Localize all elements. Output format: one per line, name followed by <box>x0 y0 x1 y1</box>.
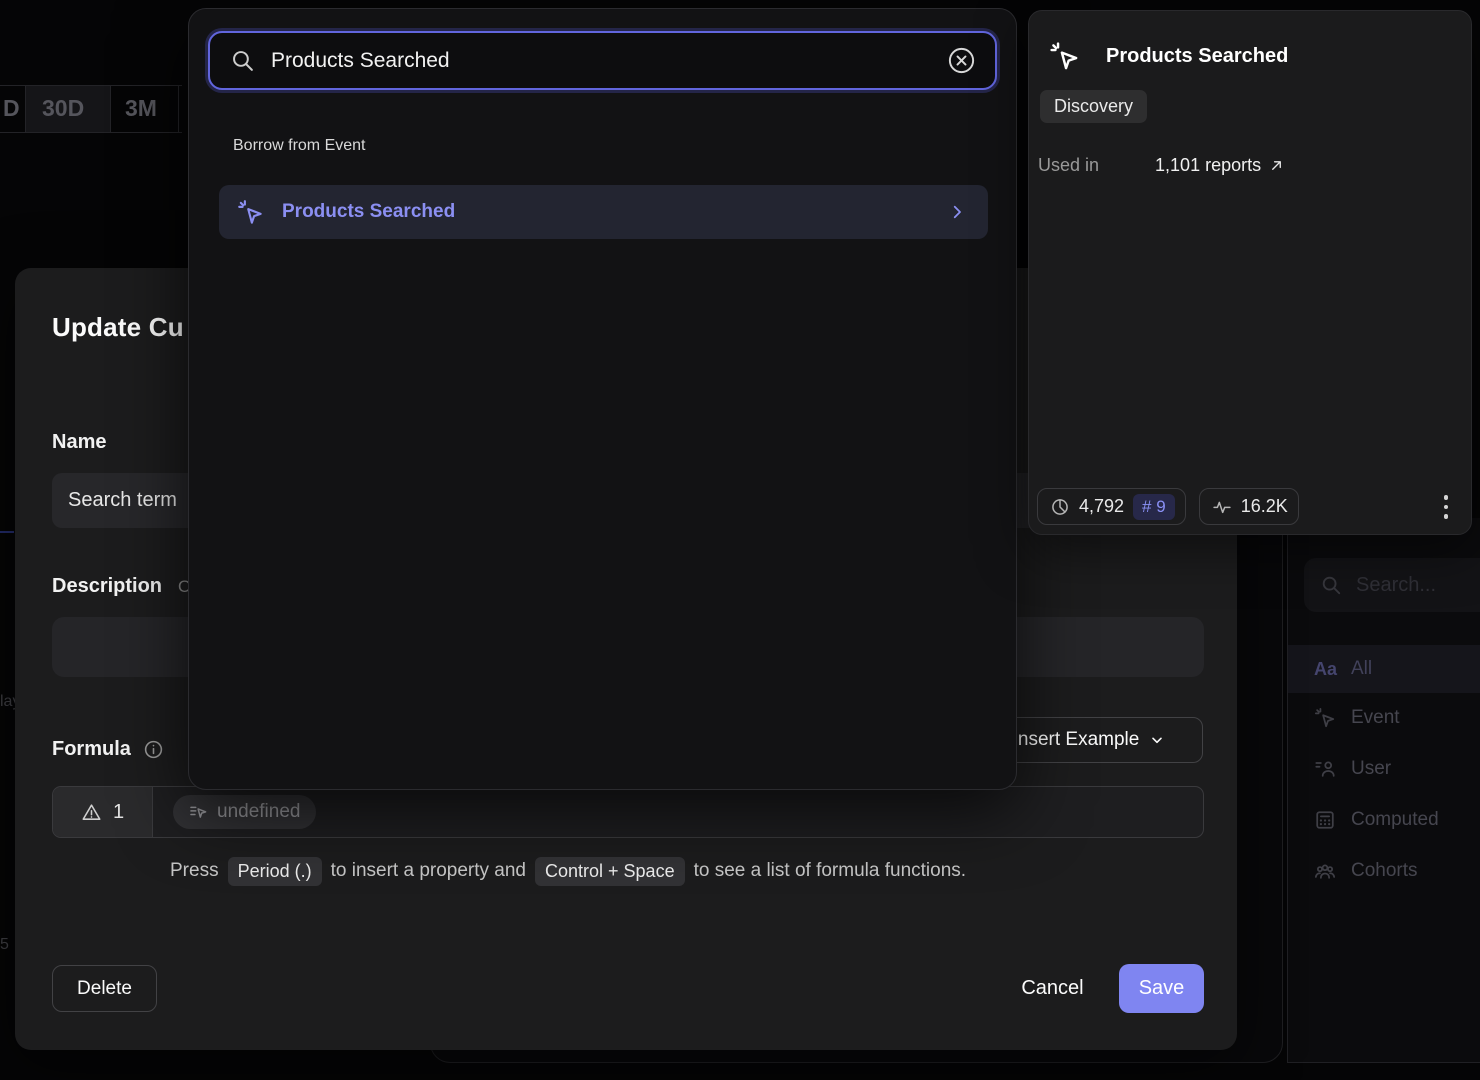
segment-3m[interactable]: 3M <box>125 95 157 122</box>
segment-7d[interactable]: D <box>3 95 20 122</box>
used-in-reports-link[interactable]: 1,101 reports <box>1155 155 1284 176</box>
sidebar-search[interactable] <box>1304 558 1480 612</box>
axis-value-fragment: 5 <box>0 936 9 954</box>
computed-icon <box>1314 809 1336 831</box>
event-count-pill[interactable]: 4,792 # 9 <box>1037 488 1186 525</box>
activity-icon <box>1212 497 1232 517</box>
volume-pill[interactable]: 16.2K <box>1199 488 1299 525</box>
borrow-from-event-label: Borrow from Event <box>233 137 365 155</box>
sidebar-item-user[interactable]: User <box>1288 745 1480 793</box>
property-search-dropdown: Borrow from Event Products Searched <box>188 8 1017 790</box>
formula-hint: Press Period (.) to insert a property an… <box>170 855 966 887</box>
warning-icon <box>81 802 102 823</box>
formula-error-badge: 1 <box>53 787 153 837</box>
sidebar-item-all[interactable]: Aa All <box>1288 645 1480 693</box>
dropdown-search-box[interactable] <box>208 31 997 90</box>
delete-button[interactable]: Delete <box>52 965 157 1012</box>
clear-search-icon[interactable] <box>946 45 977 76</box>
discovery-badge: Discovery <box>1040 90 1147 123</box>
info-icon[interactable] <box>143 739 164 760</box>
event-icon <box>237 199 264 226</box>
sidebar-search-input[interactable] <box>1356 574 1466 597</box>
formula-label: Formula <box>52 738 131 761</box>
app-root: D 30D 3M lay 5 Aa All Event U <box>0 0 1480 1080</box>
user-icon <box>1314 758 1336 780</box>
cancel-button[interactable]: Cancel <box>1000 965 1105 1012</box>
kebab-menu-icon[interactable] <box>1431 490 1461 524</box>
card-title: Products Searched <box>1106 45 1288 68</box>
formula-editor[interactable]: 1 undefined <box>52 786 1204 838</box>
search-result-products-searched[interactable]: Products Searched <box>219 185 988 239</box>
chart-line-fragment <box>0 531 14 533</box>
cohorts-icon <box>1314 860 1336 882</box>
chevron-down-icon <box>1149 732 1165 748</box>
sidebar-item-cohorts[interactable]: Cohorts <box>1288 847 1480 895</box>
name-label: Name <box>52 431 106 454</box>
kbd-control-space: Control + Space <box>535 857 685 886</box>
rank-badge: # 9 <box>1133 494 1175 520</box>
pie-chart-icon <box>1050 497 1070 517</box>
event-icon <box>1314 707 1336 729</box>
description-label: Description <box>52 575 162 598</box>
property-cursor-icon <box>189 803 208 822</box>
sidebar-item-event[interactable]: Event <box>1288 694 1480 742</box>
dropdown-search-input[interactable] <box>271 49 930 73</box>
event-icon <box>1049 41 1080 72</box>
search-icon <box>230 48 255 73</box>
modal-title: Update Cu <box>52 312 184 343</box>
formula-property-chip: undefined <box>173 795 316 829</box>
property-filter-sidebar: Aa All Event User Computed Cohorts <box>1287 518 1480 1063</box>
chevron-right-icon <box>948 203 966 221</box>
text-type-icon: Aa <box>1314 659 1336 680</box>
search-icon <box>1320 574 1342 596</box>
property-details-card: Products Searched Discovery Used in 1,10… <box>1028 10 1472 535</box>
kbd-period: Period (.) <box>228 857 322 886</box>
segment-30d[interactable]: 30D <box>42 95 84 122</box>
save-button[interactable]: Save <box>1119 964 1204 1013</box>
arrow-up-right-icon <box>1269 158 1284 173</box>
used-in-label: Used in <box>1038 155 1099 176</box>
sidebar-item-computed[interactable]: Computed <box>1288 796 1480 844</box>
